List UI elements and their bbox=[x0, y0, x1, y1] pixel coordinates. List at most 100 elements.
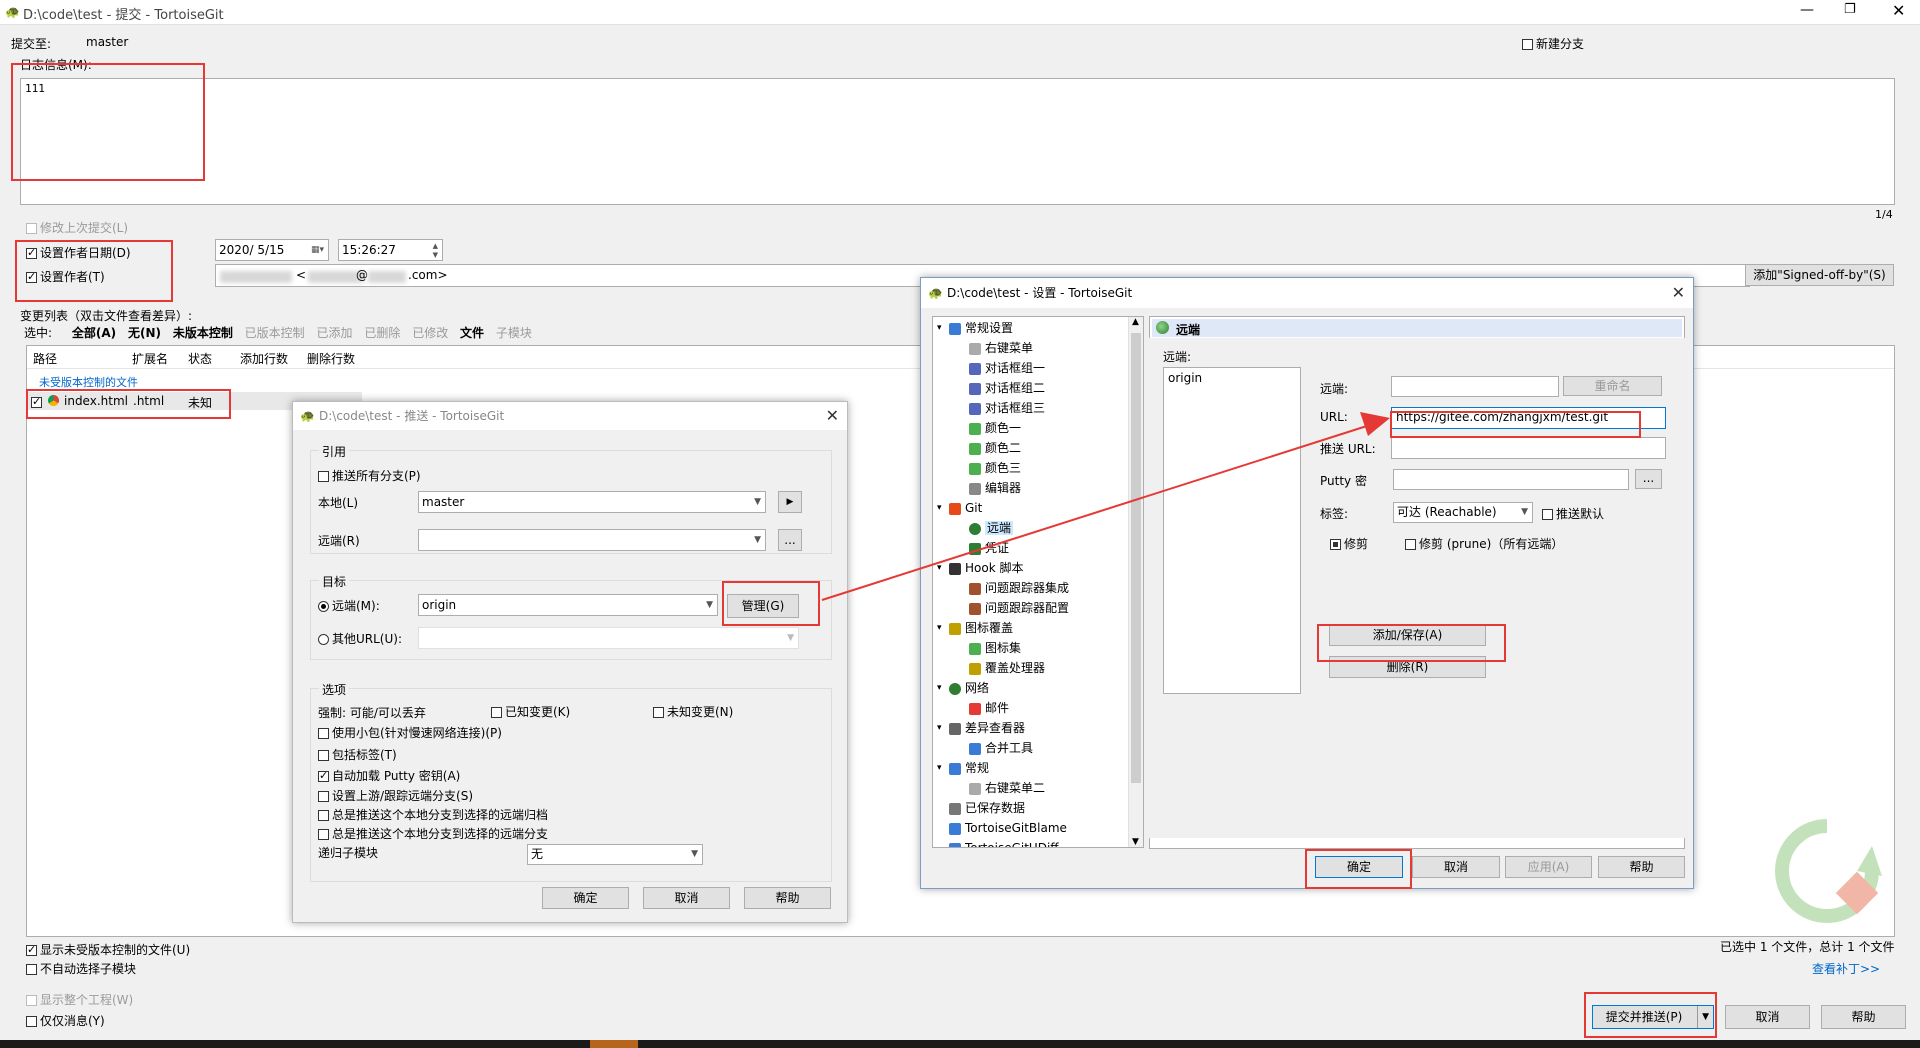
push-ok-button[interactable]: 确定 bbox=[542, 887, 629, 909]
view-patch-link[interactable]: 查看补丁>> bbox=[1812, 960, 1880, 977]
expand-chevron-icon[interactable]: ▾ bbox=[937, 720, 942, 736]
filter-all[interactable]: 全部(A) bbox=[72, 326, 116, 340]
tree-item[interactable]: 已保存数据 bbox=[949, 800, 1025, 816]
push-default-checkbox[interactable]: 推送默认 bbox=[1542, 505, 1604, 522]
push-all-box[interactable] bbox=[318, 471, 329, 482]
log-message-editor[interactable]: 111 bbox=[20, 78, 1895, 205]
tree-item[interactable]: 对话框组三 bbox=[969, 400, 1045, 416]
col-status[interactable]: 状态 bbox=[188, 350, 212, 367]
tree-item[interactable]: 凭证 bbox=[969, 540, 1009, 556]
push-all-branches-checkbox[interactable]: 推送所有分支(P) bbox=[318, 467, 421, 484]
tree-item[interactable]: 邮件 bbox=[969, 700, 1009, 716]
close-icon[interactable]: ✕ bbox=[826, 402, 839, 430]
always-push-remote-box[interactable] bbox=[318, 810, 329, 821]
autoload-putty-checkbox[interactable]: 自动加载 Putty 密钥(A) bbox=[318, 767, 460, 784]
filter-none[interactable]: 无(N) bbox=[128, 326, 161, 340]
no-auto-submodule-checkbox[interactable]: 不自动选择子模块 bbox=[26, 960, 136, 977]
remote-name-input[interactable] bbox=[1391, 376, 1559, 397]
known-changes-box[interactable] bbox=[491, 707, 502, 718]
show-whole-project-box[interactable] bbox=[26, 995, 37, 1006]
tree-item[interactable]: 对话框组一 bbox=[969, 360, 1045, 376]
thin-pack-box[interactable] bbox=[318, 728, 329, 739]
push-cancel-button[interactable]: 取消 bbox=[643, 887, 730, 909]
filter-added[interactable]: 已添加 bbox=[317, 326, 353, 340]
expand-chevron-icon[interactable]: ▾ bbox=[937, 680, 942, 696]
col-ext[interactable]: 扩展名 bbox=[132, 350, 168, 367]
close-icon[interactable]: ✕ bbox=[1672, 278, 1685, 308]
putty-browse-button[interactable]: ... bbox=[1635, 469, 1662, 489]
settings-help-button[interactable]: 帮助 bbox=[1598, 856, 1685, 878]
tree-item[interactable]: ▾ 网络 bbox=[937, 680, 989, 696]
amend-checkbox[interactable]: 修改上次提交(L) bbox=[26, 219, 128, 236]
cancel-button[interactable]: 取消 bbox=[1725, 1005, 1810, 1029]
col-path[interactable]: 路径 bbox=[33, 350, 57, 367]
amend-box[interactable] bbox=[26, 223, 37, 234]
tree-item[interactable]: ▾ 图标覆盖 bbox=[937, 620, 1013, 636]
remote-list-item[interactable]: origin bbox=[1168, 371, 1202, 385]
known-changes-checkbox[interactable]: 已知变更(K) bbox=[491, 703, 570, 720]
prune-box[interactable] bbox=[1330, 539, 1341, 550]
always-push-branch-box[interactable] bbox=[318, 829, 329, 840]
other-url-input[interactable]: ▼ bbox=[418, 627, 799, 649]
remote-branch-select[interactable]: ▼ bbox=[418, 529, 766, 551]
time-picker[interactable]: 15:26:27 ▲ ▼ bbox=[338, 239, 443, 261]
push-url-input[interactable] bbox=[1391, 437, 1666, 459]
new-branch-checkbox[interactable]: 新建分支 bbox=[1522, 35, 1584, 52]
always-push-branch-checkbox[interactable]: 总是推送这个本地分支到选择的远端分支 bbox=[318, 825, 548, 842]
unknown-changes-box[interactable] bbox=[653, 707, 664, 718]
tree-item[interactable]: ▾ Hook 脚本 bbox=[937, 560, 1023, 576]
filter-versioned[interactable]: 已版本控制 bbox=[245, 326, 305, 340]
prune-all-checkbox[interactable]: 修剪 (prune)（所有远端） bbox=[1405, 535, 1563, 552]
message-only-checkbox[interactable]: 仅仅消息(Y) bbox=[26, 1012, 105, 1029]
scroll-down-icon[interactable]: ▼ bbox=[1132, 837, 1139, 847]
remote-radio-dot[interactable] bbox=[318, 601, 329, 612]
set-upstream-checkbox[interactable]: 设置上游/跟踪远端分支(S) bbox=[318, 787, 473, 804]
autoload-putty-box[interactable] bbox=[318, 769, 329, 782]
remote-list[interactable]: origin bbox=[1163, 367, 1301, 694]
putty-key-input[interactable] bbox=[1393, 469, 1629, 490]
set-upstream-box[interactable] bbox=[318, 791, 329, 802]
filter-modified[interactable]: 已修改 bbox=[412, 326, 448, 340]
prune-all-box[interactable] bbox=[1405, 539, 1416, 550]
settings-cancel-button[interactable]: 取消 bbox=[1412, 856, 1500, 878]
tree-scrollbar[interactable]: ▲ ▼ bbox=[1128, 317, 1143, 847]
remote-radio[interactable]: 远端(M): bbox=[318, 597, 380, 614]
restore-icon[interactable]: ❐ bbox=[1844, 2, 1856, 17]
show-whole-project-checkbox[interactable]: 显示整个工程(W) bbox=[26, 991, 133, 1008]
tree-item[interactable]: 图标集 bbox=[969, 640, 1021, 656]
local-branch-arrow-button[interactable]: ▶ bbox=[778, 491, 802, 513]
expand-chevron-icon[interactable]: ▾ bbox=[937, 320, 942, 336]
tree-item[interactable]: TortoiseGitBlame bbox=[949, 820, 1067, 836]
unknown-changes-checkbox[interactable]: 未知变更(N) bbox=[653, 703, 733, 720]
always-push-remote-checkbox[interactable]: 总是推送这个本地分支到选择的远端归档 bbox=[318, 806, 548, 823]
filter-deleted[interactable]: 已删除 bbox=[364, 326, 400, 340]
help-button[interactable]: 帮助 bbox=[1821, 1005, 1906, 1029]
tree-item[interactable]: ▾ 常规 bbox=[937, 760, 989, 776]
filter-files[interactable]: 文件 bbox=[460, 326, 484, 340]
tree-item[interactable]: ▾ Git bbox=[937, 500, 982, 516]
filter-submodules[interactable]: 子模块 bbox=[496, 326, 532, 340]
col-deleted-lines[interactable]: 删除行数 bbox=[307, 350, 355, 367]
new-branch-box[interactable] bbox=[1522, 39, 1533, 50]
local-branch-select[interactable]: master ▼ bbox=[418, 491, 766, 513]
tree-item[interactable]: ▾ 常规设置 bbox=[937, 320, 1013, 336]
tree-item[interactable]: TortoiseGitUDiff bbox=[949, 840, 1059, 847]
col-added-lines[interactable]: 添加行数 bbox=[240, 350, 288, 367]
tree-item[interactable]: ▾ 差异查看器 bbox=[937, 720, 1025, 736]
scroll-thumb[interactable] bbox=[1131, 333, 1141, 783]
tree-item[interactable]: 颜色二 bbox=[969, 440, 1021, 456]
tree-item[interactable]: 远端 bbox=[969, 520, 1014, 536]
show-unversioned-checkbox[interactable]: 显示未受版本控制的文件(U) bbox=[26, 941, 190, 958]
expand-chevron-icon[interactable]: ▾ bbox=[937, 560, 942, 576]
expand-chevron-icon[interactable]: ▾ bbox=[937, 500, 942, 516]
tree-item[interactable]: 对话框组二 bbox=[969, 380, 1045, 396]
calendar-dropdown-icon[interactable]: ▦▾ bbox=[311, 240, 324, 260]
include-tags-checkbox[interactable]: 包括标签(T) bbox=[318, 746, 397, 763]
thin-pack-checkbox[interactable]: 使用小包(针对慢速网络连接)(P) bbox=[318, 724, 502, 741]
other-url-radio-dot[interactable] bbox=[318, 634, 329, 645]
tree-item[interactable]: 右键菜单二 bbox=[969, 780, 1045, 796]
remote-branch-browse-button[interactable]: ... bbox=[778, 529, 802, 551]
expand-chevron-icon[interactable]: ▾ bbox=[937, 620, 942, 636]
push-help-button[interactable]: 帮助 bbox=[744, 887, 831, 909]
no-auto-submodule-box[interactable] bbox=[26, 964, 37, 975]
